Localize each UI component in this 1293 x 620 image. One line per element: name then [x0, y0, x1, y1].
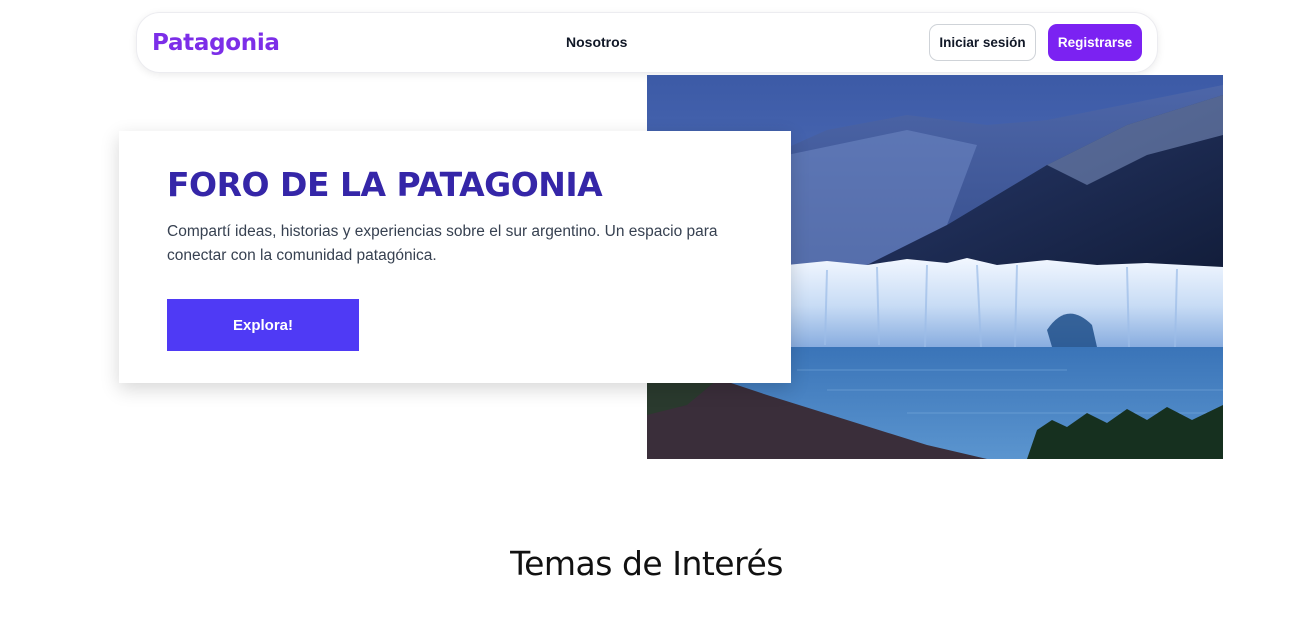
hero-title: FORO DE LA PATAGONIA: [167, 165, 603, 204]
hero-card: FORO DE LA PATAGONIA Compartí ideas, his…: [119, 131, 791, 383]
register-button[interactable]: Registrarse: [1048, 24, 1142, 61]
section-title: Temas de Interés: [510, 544, 783, 583]
brand-logo[interactable]: Patagonia: [152, 30, 280, 56]
navbar: Patagonia Nosotros Iniciar sesión Regist…: [136, 12, 1158, 73]
login-button[interactable]: Iniciar sesión: [929, 24, 1036, 61]
nav-link-nosotros[interactable]: Nosotros: [566, 34, 627, 50]
hero-description: Compartí ideas, historias y experiencias…: [167, 223, 718, 264]
explore-button[interactable]: Explora!: [167, 299, 359, 351]
